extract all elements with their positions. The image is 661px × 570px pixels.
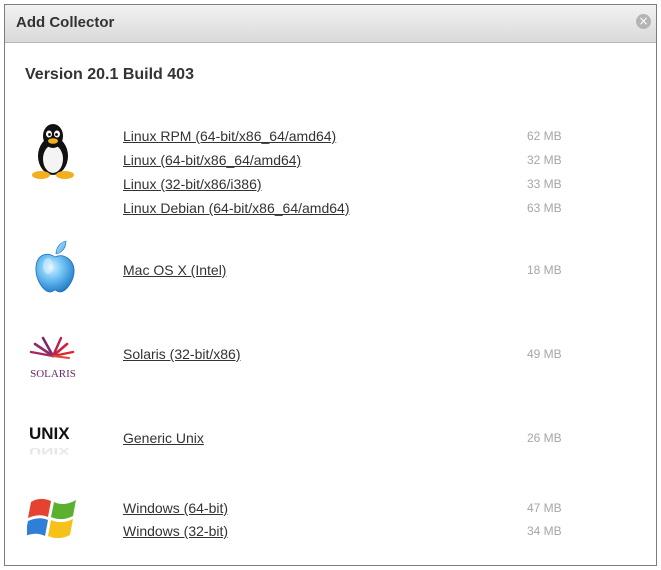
download-link-windows-64[interactable]: Windows (64-bit) [123,500,228,516]
windows-logo-icon [27,498,76,539]
download-link-linux-rpm-64[interactable]: Linux RPM (64-bit/x86_64/amd64) [123,128,336,144]
download-link-generic-unix[interactable]: Generic Unix [123,430,204,446]
unix-logo-text: UNIX [29,424,70,443]
file-size: 49 MB [527,347,562,361]
add-collector-dialog: Add Collector × Version 20.1 Build 403 L… [4,4,657,566]
download-link-mac-intel[interactable]: Mac OS X (Intel) [123,262,226,278]
dialog-titlebar: Add Collector × [5,5,656,43]
file-size: 26 MB [527,431,562,445]
tux-penguin-icon [32,124,74,179]
close-icon[interactable]: × [636,14,651,29]
apple-icon [35,240,75,293]
file-size: 33 MB [527,177,562,191]
solaris-logo-text: SOLARIS [30,368,76,380]
version-heading: Version 20.1 Build 403 [25,66,194,83]
download-link-linux-64[interactable]: Linux (64-bit/x86_64/amd64) [123,152,301,168]
download-link-solaris-32[interactable]: Solaris (32-bit/x86) [123,346,241,362]
file-size: 63 MB [527,201,562,215]
file-size: 18 MB [527,263,562,277]
download-link-linux-debian-64[interactable]: Linux Debian (64-bit/x86_64/amd64) [123,200,349,216]
download-link-windows-32[interactable]: Windows (32-bit) [123,523,228,539]
file-size: 32 MB [527,153,562,167]
solaris-logo-icon: SOLARIS [29,336,76,380]
unix-logo-reflection: UNIX [29,446,71,456]
dialog-title: Add Collector [16,14,115,31]
file-size: 47 MB [527,501,562,515]
file-size: 34 MB [527,524,562,538]
file-size: 62 MB [527,129,562,143]
download-link-linux-32[interactable]: Linux (32-bit/x86/i386) [123,176,262,192]
unix-logo-icon: UNIX UNIX [29,424,71,456]
